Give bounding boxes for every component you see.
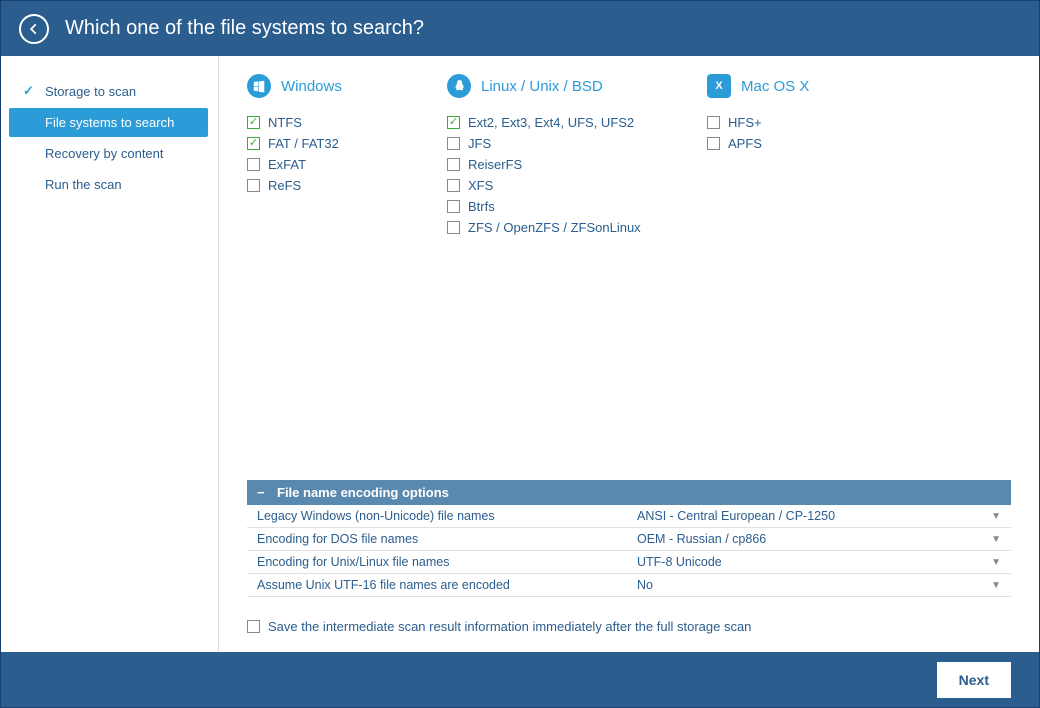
mac-icon: X (707, 74, 731, 98)
encoding-label: Encoding for DOS file names (247, 528, 627, 550)
fs-option-label: Btrfs (468, 199, 495, 214)
fs-group-windows: Windows NTFS FAT / FAT32 ExFAT ReFS (247, 74, 387, 238)
checkbox-icon (707, 116, 720, 129)
encoding-value: UTF-8 Unicode (637, 555, 722, 569)
encoding-row-2: Encoding for Unix/Linux file namesUTF-8 … (247, 551, 1011, 574)
fs-group-header-linux[interactable]: Linux / Unix / BSD (447, 74, 647, 98)
fs-group-header-mac[interactable]: X Mac OS X (707, 74, 847, 98)
checkbox-icon (447, 158, 460, 171)
checkbox-icon (247, 620, 260, 633)
fs-option-linux-5[interactable]: ZFS / OpenZFS / ZFSonLinux (447, 217, 647, 238)
checkbox-icon (247, 158, 260, 171)
checkbox-icon (447, 116, 460, 129)
fs-option-linux-4[interactable]: Btrfs (447, 196, 647, 217)
main: Windows NTFS FAT / FAT32 ExFAT ReFS Linux / U… (219, 56, 1039, 652)
fs-option-label: JFS (468, 136, 491, 151)
fs-option-linux-1[interactable]: JFS (447, 133, 647, 154)
fs-option-label: ZFS / OpenZFS / ZFSonLinux (468, 220, 641, 235)
checkbox-icon (447, 221, 460, 234)
fs-option-label: ExFAT (268, 157, 306, 172)
windows-icon (247, 74, 271, 98)
fs-group-title: Windows (281, 78, 342, 95)
collapse-icon: − (257, 485, 267, 500)
checkbox-icon (447, 179, 460, 192)
fs-option-label: HFS+ (728, 115, 762, 130)
checkbox-icon (447, 200, 460, 213)
fs-option-windows-0[interactable]: NTFS (247, 112, 387, 133)
chevron-down-icon: ▼ (991, 580, 1001, 591)
fs-option-label: FAT / FAT32 (268, 136, 339, 151)
encoding-label: Encoding for Unix/Linux file names (247, 551, 627, 573)
checkbox-icon (247, 137, 260, 150)
encoding-value: No (637, 578, 653, 592)
sidebar-item-0[interactable]: Storage to scan (9, 76, 208, 106)
fs-option-mac-0[interactable]: HFS+ (707, 112, 847, 133)
filesystem-groups: Windows NTFS FAT / FAT32 ExFAT ReFS Linux / U… (247, 74, 1011, 238)
arrow-left-icon (27, 22, 41, 36)
encoding-row-0: Legacy Windows (non-Unicode) file namesA… (247, 505, 1011, 528)
encoding-value: ANSI - Central European / CP-1250 (637, 509, 835, 523)
sidebar-item-2[interactable]: Recovery by content (9, 139, 208, 168)
fs-option-windows-2[interactable]: ExFAT (247, 154, 387, 175)
footer: Next (1, 652, 1039, 707)
checkbox-icon (247, 116, 260, 129)
sidebar-item-label: Recovery by content (45, 146, 164, 161)
sidebar-item-label: Run the scan (45, 177, 122, 192)
save-intermediate-label: Save the intermediate scan result inform… (268, 619, 751, 634)
header: Which one of the file systems to search? (1, 1, 1039, 56)
fs-group-title: Mac OS X (741, 78, 809, 95)
fs-option-linux-3[interactable]: XFS (447, 175, 647, 196)
encoding-panel-title: File name encoding options (277, 485, 449, 500)
sidebar-item-label: File systems to search (45, 115, 174, 130)
sidebar-item-1[interactable]: File systems to search (9, 108, 208, 137)
back-button[interactable] (19, 14, 49, 44)
save-intermediate-option[interactable]: Save the intermediate scan result inform… (247, 619, 1011, 634)
body: Storage to scan File systems to search Rec… (1, 56, 1039, 652)
linux-icon (447, 74, 471, 98)
spacer (247, 238, 1011, 470)
encoding-dropdown-2[interactable]: UTF-8 Unicode ▼ (627, 551, 1011, 573)
encoding-row-1: Encoding for DOS file namesOEM - Russian… (247, 528, 1011, 551)
fs-option-mac-1[interactable]: APFS (707, 133, 847, 154)
chevron-down-icon: ▼ (991, 534, 1001, 545)
fs-group-header-windows[interactable]: Windows (247, 74, 387, 98)
encoding-row-3: Assume Unix UTF-16 file names are encode… (247, 574, 1011, 597)
fs-option-label: ReFS (268, 178, 301, 193)
checkbox-icon (707, 137, 720, 150)
encoding-dropdown-3[interactable]: No ▼ (627, 574, 1011, 596)
fs-option-label: NTFS (268, 115, 302, 130)
encoding-panel-header[interactable]: − File name encoding options (247, 480, 1011, 505)
checkbox-icon (447, 137, 460, 150)
fs-option-linux-0[interactable]: Ext2, Ext3, Ext4, UFS, UFS2 (447, 112, 647, 133)
fs-option-label: XFS (468, 178, 493, 193)
encoding-dropdown-1[interactable]: OEM - Russian / cp866 ▼ (627, 528, 1011, 550)
encoding-panel: − File name encoding options Legacy Wind… (247, 480, 1011, 597)
fs-option-label: APFS (728, 136, 762, 151)
fs-group-title: Linux / Unix / BSD (481, 78, 603, 95)
page-title: Which one of the file systems to search? (65, 17, 424, 40)
sidebar-item-label: Storage to scan (45, 84, 136, 99)
chevron-down-icon: ▼ (991, 557, 1001, 568)
fs-group-linux: Linux / Unix / BSD Ext2, Ext3, Ext4, UFS,… (447, 74, 647, 238)
fs-option-label: ReiserFS (468, 157, 522, 172)
sidebar-item-3[interactable]: Run the scan (9, 170, 208, 199)
encoding-value: OEM - Russian / cp866 (637, 532, 766, 546)
next-button[interactable]: Next (937, 662, 1011, 698)
checkbox-icon (247, 179, 260, 192)
fs-group-mac: X Mac OS X HFS+ APFS (707, 74, 847, 238)
encoding-label: Assume Unix UTF-16 file names are encode… (247, 574, 627, 596)
fs-option-windows-3[interactable]: ReFS (247, 175, 387, 196)
encoding-label: Legacy Windows (non-Unicode) file names (247, 505, 627, 527)
fs-option-label: Ext2, Ext3, Ext4, UFS, UFS2 (468, 115, 634, 130)
sidebar: Storage to scan File systems to search Rec… (9, 56, 219, 652)
fs-option-windows-1[interactable]: FAT / FAT32 (247, 133, 387, 154)
chevron-down-icon: ▼ (991, 511, 1001, 522)
fs-option-linux-2[interactable]: ReiserFS (447, 154, 647, 175)
encoding-dropdown-0[interactable]: ANSI - Central European / CP-1250 ▼ (627, 505, 1011, 527)
